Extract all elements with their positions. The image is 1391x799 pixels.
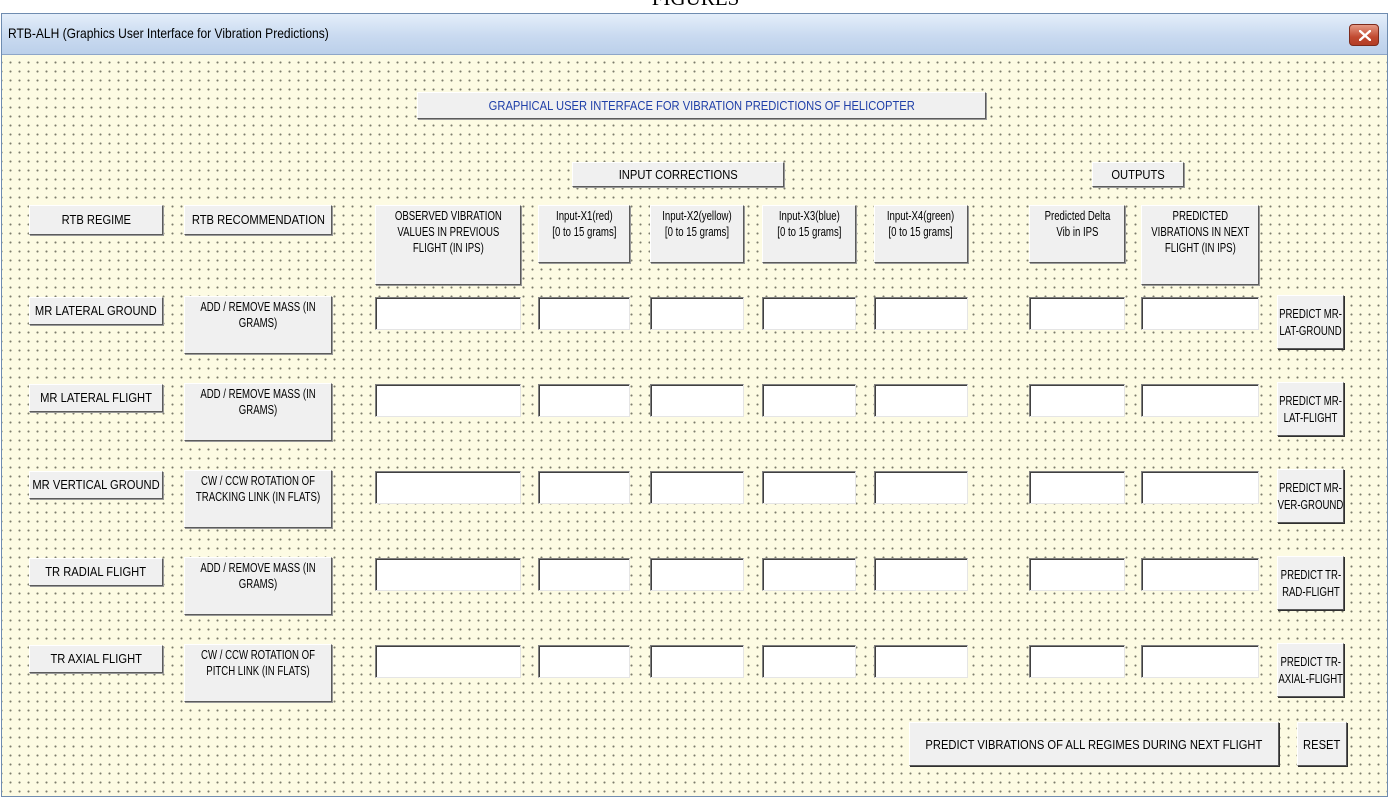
predicted-input[interactable] <box>1141 558 1259 591</box>
input-x4-header: Input-X4(green) [0 to 15 grams] <box>874 205 968 263</box>
regime-label: MR LATERAL FLIGHT <box>29 384 163 412</box>
observed-vibration-header: OBSERVED VIBRATION VALUES IN PREVIOUS FLIG… <box>375 205 521 285</box>
x4-input[interactable] <box>874 645 968 678</box>
x3-input[interactable] <box>762 471 856 504</box>
regime-label: MR VERTICAL GROUND <box>29 471 163 499</box>
regime-label: TR AXIAL FLIGHT <box>29 645 163 673</box>
form-canvas: GRAPHICAL USER INTERFACE FOR VIBRATION P… <box>2 55 1387 796</box>
banner-title: GRAPHICAL USER INTERFACE FOR VIBRATION P… <box>417 92 986 119</box>
title-bar: RTB-ALH (Graphics User Interface for Vib… <box>2 14 1387 55</box>
x2-input[interactable] <box>650 471 744 504</box>
regime-label: MR LATERAL GROUND <box>29 297 163 325</box>
predicted-input[interactable] <box>1141 297 1259 330</box>
x1-input[interactable] <box>538 558 630 591</box>
window-title: RTB-ALH (Graphics User Interface for Vib… <box>8 25 329 41</box>
x4-input[interactable] <box>874 384 968 417</box>
close-button[interactable] <box>1349 24 1379 46</box>
predicted-vibrations-header: PREDICTED VIBRATIONS IN NEXT FLIGHT (IN IP… <box>1141 205 1259 285</box>
delta-input[interactable] <box>1029 384 1125 417</box>
delta-input[interactable] <box>1029 297 1125 330</box>
x3-input[interactable] <box>762 645 856 678</box>
x4-input[interactable] <box>874 558 968 591</box>
page-caption-fragment: FIGURES <box>0 0 1391 14</box>
rtb-recommendation-header: RTB RECOMMENDATION <box>184 205 332 235</box>
x4-input[interactable] <box>874 297 968 330</box>
reset-button[interactable]: RESET <box>1297 722 1347 766</box>
predicted-input[interactable] <box>1141 645 1259 678</box>
predicted-input[interactable] <box>1141 384 1259 417</box>
observed-input[interactable] <box>375 297 521 330</box>
rtb-regime-header: RTB REGIME <box>29 205 163 235</box>
x1-input[interactable] <box>538 384 630 417</box>
x4-input[interactable] <box>874 471 968 504</box>
observed-input[interactable] <box>375 384 521 417</box>
predicted-delta-header: Predicted Delta Vib in IPS <box>1029 205 1125 263</box>
x3-input[interactable] <box>762 297 856 330</box>
x2-input[interactable] <box>650 297 744 330</box>
recommendation-label: ADD / REMOVE MASS (IN GRAMS) <box>184 296 332 354</box>
delta-input[interactable] <box>1029 471 1125 504</box>
input-x1-header: Input-X1(red) [0 to 15 grams] <box>538 205 630 263</box>
predict-regime-button[interactable]: PREDICT TR- RAD-FLIGHT <box>1277 556 1344 610</box>
recommendation-label: CW / CCW ROTATION OF TRACKING LINK (IN FL… <box>184 470 332 528</box>
predict-regime-button[interactable]: PREDICT MR- LAT-GROUND <box>1277 295 1344 349</box>
outputs-label: OUTPUTS <box>1092 162 1184 187</box>
x2-input[interactable] <box>650 558 744 591</box>
predict-all-regimes-button[interactable]: PREDICT VIBRATIONS OF ALL REGIMES DURING… <box>909 722 1279 766</box>
x2-input[interactable] <box>650 645 744 678</box>
x1-input[interactable] <box>538 645 630 678</box>
observed-input[interactable] <box>375 645 521 678</box>
predict-regime-button[interactable]: PREDICT TR- AXIAL-FLIGHT <box>1277 643 1344 697</box>
x1-input[interactable] <box>538 471 630 504</box>
x3-input[interactable] <box>762 558 856 591</box>
predict-regime-button[interactable]: PREDICT MR- VER-GROUND <box>1277 469 1344 523</box>
close-icon <box>1359 30 1371 41</box>
observed-input[interactable] <box>375 558 521 591</box>
regime-label: TR RADIAL FLIGHT <box>29 558 163 586</box>
x2-input[interactable] <box>650 384 744 417</box>
recommendation-label: ADD / REMOVE MASS (IN GRAMS) <box>184 383 332 441</box>
predicted-input[interactable] <box>1141 471 1259 504</box>
x1-input[interactable] <box>538 297 630 330</box>
delta-input[interactable] <box>1029 645 1125 678</box>
input-x2-header: Input-X2(yellow) [0 to 15 grams] <box>650 205 744 263</box>
delta-input[interactable] <box>1029 558 1125 591</box>
x3-input[interactable] <box>762 384 856 417</box>
predict-regime-button[interactable]: PREDICT MR- LAT-FLIGHT <box>1277 382 1344 436</box>
app-window: RTB-ALH (Graphics User Interface for Vib… <box>1 13 1388 797</box>
recommendation-label: ADD / REMOVE MASS (IN GRAMS) <box>184 557 332 615</box>
input-x3-header: Input-X3(blue) [0 to 15 grams] <box>762 205 856 263</box>
recommendation-label: CW / CCW ROTATION OF PITCH LINK (IN FLATS… <box>184 644 332 702</box>
input-corrections-label: INPUT CORRECTIONS <box>572 162 784 187</box>
observed-input[interactable] <box>375 471 521 504</box>
